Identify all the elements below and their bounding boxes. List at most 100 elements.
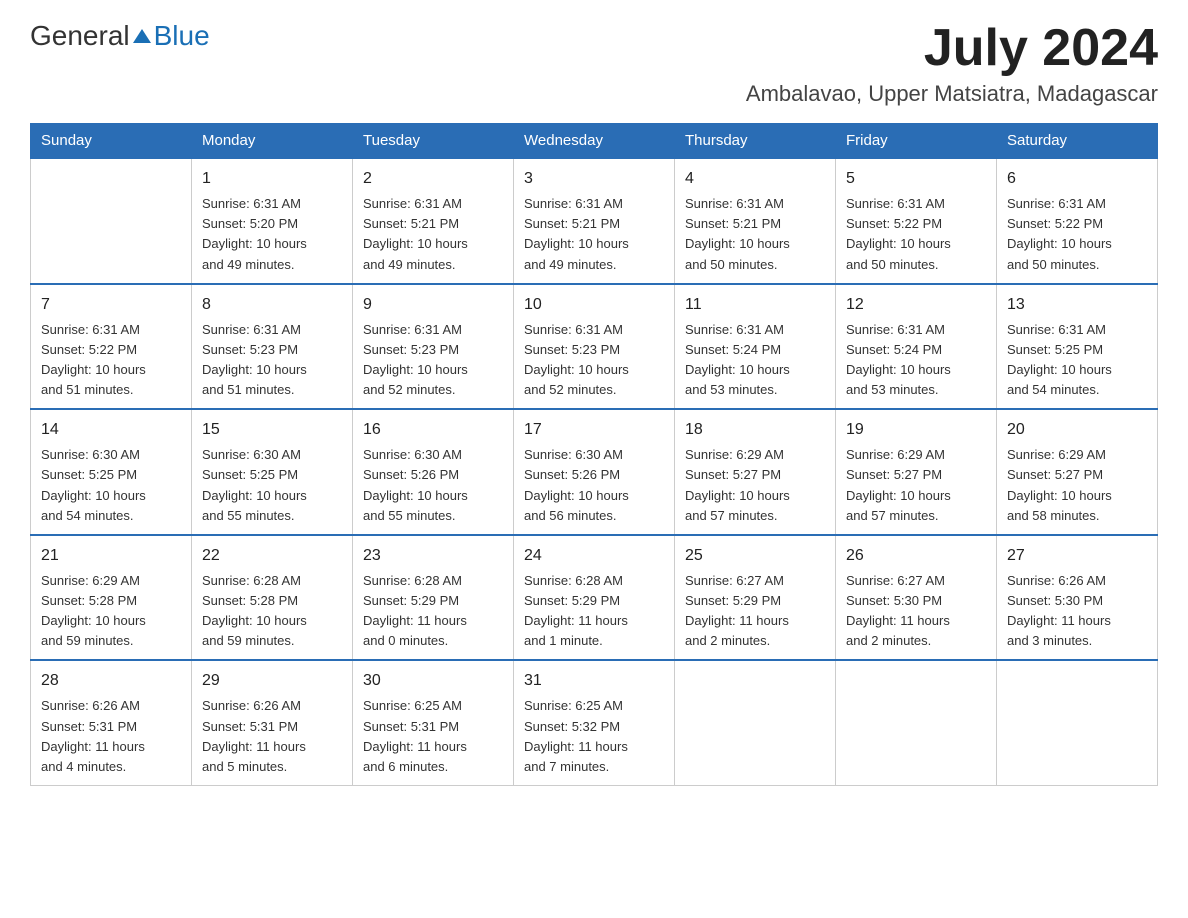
calendar-cell: 11 Sunrise: 6:31 AMSunset: 5:24 PMDayligh…	[675, 284, 836, 410]
day-number: 30	[363, 669, 503, 693]
logo-general: General	[30, 20, 130, 52]
calendar-header-saturday: Saturday	[997, 124, 1158, 159]
calendar-cell: 30 Sunrise: 6:25 AMSunset: 5:31 PMDayligh…	[353, 660, 514, 785]
day-info: Sunrise: 6:26 AMSunset: 5:31 PMDaylight:…	[202, 696, 342, 777]
calendar-cell: 2 Sunrise: 6:31 AMSunset: 5:21 PMDaylight…	[353, 158, 514, 284]
day-info: Sunrise: 6:26 AMSunset: 5:31 PMDaylight:…	[41, 696, 181, 777]
day-number: 8	[202, 293, 342, 317]
day-number: 9	[363, 293, 503, 317]
calendar-week-row: 1Sunrise: 6:31 AMSunset: 5:20 PMDaylight…	[31, 158, 1158, 284]
calendar-cell: 18 Sunrise: 6:29 AMSunset: 5:27 PMDayligh…	[675, 409, 836, 535]
day-number: 18	[685, 418, 825, 442]
day-number: 4	[685, 167, 825, 191]
day-number: 31	[524, 669, 664, 693]
location-subtitle: Ambalavao, Upper Matsiatra, Madagascar	[746, 81, 1158, 107]
title-section: July 2024 Ambalavao, Upper Matsiatra, Ma…	[746, 20, 1158, 107]
day-info: Sunrise: 6:31 AMSunset: 5:24 PMDaylight:…	[685, 320, 825, 401]
day-info: Sunrise: 6:31 AMSunset: 5:21 PMDaylight:…	[685, 194, 825, 275]
day-number: 22	[202, 544, 342, 568]
day-info: Sunrise: 6:31 AMSunset: 5:22 PMDaylight:…	[41, 320, 181, 401]
day-info: Sunrise: 6:31 AMSunset: 5:22 PMDaylight:…	[1007, 194, 1147, 275]
calendar-cell: 9 Sunrise: 6:31 AMSunset: 5:23 PMDaylight…	[353, 284, 514, 410]
calendar-cell: 3 Sunrise: 6:31 AMSunset: 5:21 PMDaylight…	[514, 158, 675, 284]
calendar-cell: 4 Sunrise: 6:31 AMSunset: 5:21 PMDaylight…	[675, 158, 836, 284]
calendar-cell: 29Sunrise: 6:26 AMSunset: 5:31 PMDayligh…	[192, 660, 353, 785]
day-number: 13	[1007, 293, 1147, 317]
day-info: Sunrise: 6:31 AMSunset: 5:23 PMDaylight:…	[524, 320, 664, 401]
day-info: Sunrise: 6:31 AMSunset: 5:23 PMDaylight:…	[363, 320, 503, 401]
day-number: 17	[524, 418, 664, 442]
calendar-cell: 14Sunrise: 6:30 AMSunset: 5:25 PMDayligh…	[31, 409, 192, 535]
day-number: 27	[1007, 544, 1147, 568]
day-info: Sunrise: 6:30 AMSunset: 5:26 PMDaylight:…	[363, 445, 503, 526]
calendar-cell: 6 Sunrise: 6:31 AMSunset: 5:22 PMDaylight…	[997, 158, 1158, 284]
day-number: 12	[846, 293, 986, 317]
day-number: 24	[524, 544, 664, 568]
calendar-cell: 12 Sunrise: 6:31 AMSunset: 5:24 PMDayligh…	[836, 284, 997, 410]
calendar-cell: 15Sunrise: 6:30 AMSunset: 5:25 PMDayligh…	[192, 409, 353, 535]
day-info: Sunrise: 6:30 AMSunset: 5:25 PMDaylight:…	[41, 445, 181, 526]
day-info: Sunrise: 6:29 AMSunset: 5:27 PMDaylight:…	[846, 445, 986, 526]
calendar-cell: 8 Sunrise: 6:31 AMSunset: 5:23 PMDaylight…	[192, 284, 353, 410]
day-info: Sunrise: 6:27 AMSunset: 5:29 PMDaylight:…	[685, 571, 825, 652]
calendar-cell: 1Sunrise: 6:31 AMSunset: 5:20 PMDaylight…	[192, 158, 353, 284]
day-info: Sunrise: 6:28 AMSunset: 5:28 PMDaylight:…	[202, 571, 342, 652]
calendar-cell: 27 Sunrise: 6:26 AMSunset: 5:30 PMDayligh…	[997, 535, 1158, 661]
day-info: Sunrise: 6:29 AMSunset: 5:27 PMDaylight:…	[685, 445, 825, 526]
day-number: 19	[846, 418, 986, 442]
logo: General Blue	[30, 20, 210, 52]
day-info: Sunrise: 6:28 AMSunset: 5:29 PMDaylight:…	[524, 571, 664, 652]
calendar-header-tuesday: Tuesday	[353, 124, 514, 159]
day-info: Sunrise: 6:28 AMSunset: 5:29 PMDaylight:…	[363, 571, 503, 652]
month-year-title: July 2024	[746, 20, 1158, 77]
calendar-header-sunday: Sunday	[31, 124, 192, 159]
day-number: 6	[1007, 167, 1147, 191]
day-number: 25	[685, 544, 825, 568]
calendar-header-monday: Monday	[192, 124, 353, 159]
calendar-cell: 28 Sunrise: 6:26 AMSunset: 5:31 PMDayligh…	[31, 660, 192, 785]
day-number: 10	[524, 293, 664, 317]
day-number: 5	[846, 167, 986, 191]
day-number: 3	[524, 167, 664, 191]
day-number: 21	[41, 544, 181, 568]
day-info: Sunrise: 6:31 AMSunset: 5:25 PMDaylight:…	[1007, 320, 1147, 401]
calendar-cell: 26Sunrise: 6:27 AMSunset: 5:30 PMDayligh…	[836, 535, 997, 661]
calendar-table: SundayMondayTuesdayWednesdayThursdayFrid…	[30, 123, 1158, 786]
day-info: Sunrise: 6:31 AMSunset: 5:21 PMDaylight:…	[363, 194, 503, 275]
day-number: 28	[41, 669, 181, 693]
day-number: 1	[202, 167, 342, 191]
calendar-cell: 20Sunrise: 6:29 AMSunset: 5:27 PMDayligh…	[997, 409, 1158, 535]
calendar-cell: 16 Sunrise: 6:30 AMSunset: 5:26 PMDayligh…	[353, 409, 514, 535]
calendar-header-wednesday: Wednesday	[514, 124, 675, 159]
calendar-cell: 19 Sunrise: 6:29 AMSunset: 5:27 PMDayligh…	[836, 409, 997, 535]
day-info: Sunrise: 6:31 AMSunset: 5:23 PMDaylight:…	[202, 320, 342, 401]
day-number: 2	[363, 167, 503, 191]
day-info: Sunrise: 6:25 AMSunset: 5:31 PMDaylight:…	[363, 696, 503, 777]
calendar-cell	[997, 660, 1158, 785]
calendar-week-row: 7 Sunrise: 6:31 AMSunset: 5:22 PMDaylight…	[31, 284, 1158, 410]
calendar-cell: 17 Sunrise: 6:30 AMSunset: 5:26 PMDayligh…	[514, 409, 675, 535]
day-info: Sunrise: 6:31 AMSunset: 5:24 PMDaylight:…	[846, 320, 986, 401]
calendar-header-thursday: Thursday	[675, 124, 836, 159]
calendar-cell: 7 Sunrise: 6:31 AMSunset: 5:22 PMDaylight…	[31, 284, 192, 410]
calendar-cell	[31, 158, 192, 284]
calendar-cell: 13 Sunrise: 6:31 AMSunset: 5:25 PMDayligh…	[997, 284, 1158, 410]
calendar-cell: 23Sunrise: 6:28 AMSunset: 5:29 PMDayligh…	[353, 535, 514, 661]
calendar-cell: 10 Sunrise: 6:31 AMSunset: 5:23 PMDayligh…	[514, 284, 675, 410]
calendar-cell	[675, 660, 836, 785]
day-info: Sunrise: 6:30 AMSunset: 5:26 PMDaylight:…	[524, 445, 664, 526]
day-number: 11	[685, 293, 825, 317]
calendar-cell: 24 Sunrise: 6:28 AMSunset: 5:29 PMDayligh…	[514, 535, 675, 661]
calendar-week-row: 14Sunrise: 6:30 AMSunset: 5:25 PMDayligh…	[31, 409, 1158, 535]
day-number: 7	[41, 293, 181, 317]
logo-arrow-icon	[131, 25, 153, 47]
day-number: 15	[202, 418, 342, 442]
day-info: Sunrise: 6:31 AMSunset: 5:21 PMDaylight:…	[524, 194, 664, 275]
calendar-week-row: 28 Sunrise: 6:26 AMSunset: 5:31 PMDayligh…	[31, 660, 1158, 785]
day-number: 20	[1007, 418, 1147, 442]
day-info: Sunrise: 6:26 AMSunset: 5:30 PMDaylight:…	[1007, 571, 1147, 652]
day-info: Sunrise: 6:29 AMSunset: 5:28 PMDaylight:…	[41, 571, 181, 652]
day-info: Sunrise: 6:25 AMSunset: 5:32 PMDaylight:…	[524, 696, 664, 777]
calendar-cell: 22 Sunrise: 6:28 AMSunset: 5:28 PMDayligh…	[192, 535, 353, 661]
day-number: 16	[363, 418, 503, 442]
